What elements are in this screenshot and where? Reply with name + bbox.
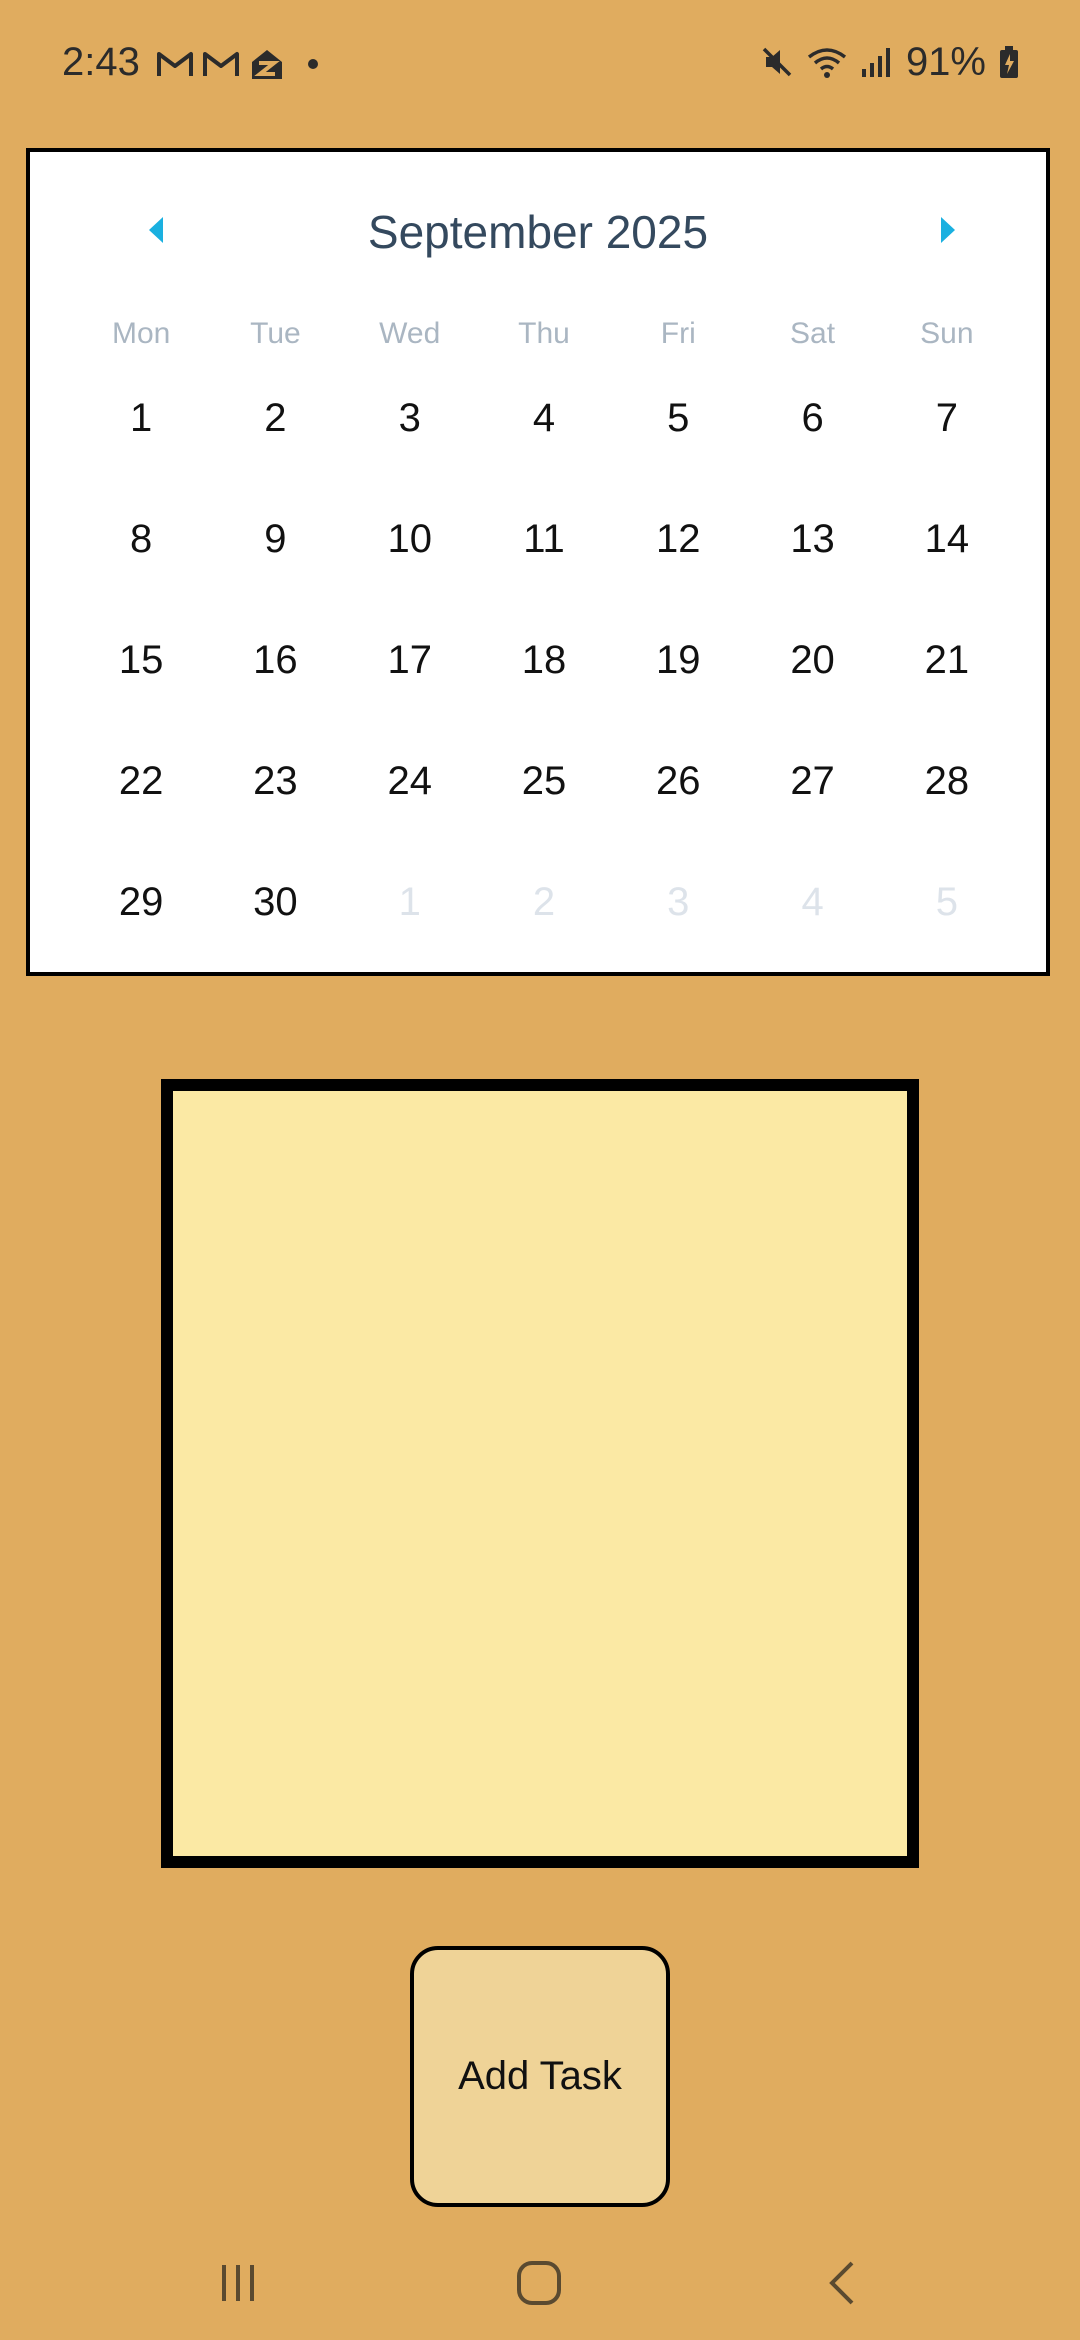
chevron-right-icon [939, 215, 957, 250]
weekday-label: Sun [920, 317, 974, 350]
calendar-day[interactable]: 18 [477, 620, 611, 741]
home-icon [515, 2259, 563, 2312]
calendar-day[interactable]: 5 [611, 378, 745, 499]
gmail-icon [156, 49, 194, 79]
calendar-day[interactable]: 3 [343, 378, 477, 499]
home-button[interactable] [499, 2250, 579, 2320]
calendar-day[interactable]: 7 [880, 378, 1014, 499]
weekday-header: Mon Tue Wed Thu Fri Sat Sun [74, 314, 1014, 354]
calendar-day[interactable]: 12 [611, 499, 745, 620]
back-button[interactable] [802, 2250, 882, 2320]
calendar-day[interactable]: 11 [477, 499, 611, 620]
weekday-label: Fri [660, 317, 696, 350]
weekday-label: Wed [379, 317, 441, 350]
calendar-day-outside-month[interactable]: 4 [745, 862, 879, 983]
weekday-label: Mon [111, 317, 171, 350]
calendar-day[interactable]: 23 [208, 741, 342, 862]
calendar-day[interactable]: 25 [477, 741, 611, 862]
task-list-area[interactable] [161, 1079, 919, 1868]
calendar: September 2025 Mon Tue Wed Thu Fri Sat S… [26, 148, 1050, 976]
add-task-button[interactable]: Add Task [410, 1946, 670, 2207]
calendar-day[interactable]: 1 [74, 378, 208, 499]
days-grid: 1 2 3 4 5 6 7 8 9 10 11 12 13 14 15 16 17 18 19 20 21 22 23 24 2… [74, 378, 1014, 983]
mute-icon [760, 45, 794, 79]
status-notification-icons [156, 44, 318, 84]
calendar-day[interactable]: 14 [880, 499, 1014, 620]
calendar-day[interactable]: 4 [477, 378, 611, 499]
calendar-day[interactable]: 16 [208, 620, 342, 741]
status-time: 2:43 [62, 40, 140, 84]
calendar-day[interactable]: 30 [208, 862, 342, 983]
calendar-day[interactable]: 10 [343, 499, 477, 620]
calendar-day[interactable]: 22 [74, 741, 208, 862]
wifi-icon [806, 45, 848, 79]
gmail-icon [202, 49, 240, 79]
calendar-day[interactable]: 21 [880, 620, 1014, 741]
calendar-day[interactable]: 19 [611, 620, 745, 741]
calendar-day[interactable]: 6 [745, 378, 879, 499]
weekday-label: Tue [250, 317, 301, 350]
calendar-day-outside-month[interactable]: 3 [611, 862, 745, 983]
notification-dot [308, 59, 318, 69]
back-icon [824, 2259, 860, 2312]
calendar-day-outside-month[interactable]: 2 [477, 862, 611, 983]
calendar-day[interactable]: 20 [745, 620, 879, 741]
weekday-label: Thu [518, 317, 570, 350]
zillow-icon [248, 46, 286, 82]
calendar-day[interactable]: 26 [611, 741, 745, 862]
weekday-label: Sat [790, 317, 836, 350]
calendar-day-outside-month[interactable]: 5 [880, 862, 1014, 983]
signal-icon [860, 45, 894, 79]
battery-percent: 91% [905, 40, 986, 84]
calendar-day[interactable]: 17 [343, 620, 477, 741]
calendar-day[interactable]: 28 [880, 741, 1014, 862]
calendar-day[interactable]: 15 [74, 620, 208, 741]
calendar-day[interactable]: 13 [745, 499, 879, 620]
battery-charging-icon [998, 45, 1020, 79]
system-nav-bar [0, 2230, 1080, 2340]
next-month-button[interactable] [926, 210, 970, 254]
calendar-header: September 2025 [30, 194, 1046, 270]
calendar-day[interactable]: 9 [208, 499, 342, 620]
calendar-day[interactable]: 8 [74, 499, 208, 620]
status-bar: 2:43 91% [0, 0, 1080, 126]
calendar-day-outside-month[interactable]: 1 [343, 862, 477, 983]
calendar-day[interactable]: 29 [74, 862, 208, 983]
recents-icon [216, 2261, 260, 2310]
calendar-day[interactable]: 27 [745, 741, 879, 862]
month-title: September 2025 [367, 206, 709, 258]
calendar-day[interactable]: 24 [343, 741, 477, 862]
calendar-day[interactable]: 2 [208, 378, 342, 499]
recents-button[interactable] [198, 2250, 278, 2320]
status-system-icons: 91% [760, 38, 1020, 86]
